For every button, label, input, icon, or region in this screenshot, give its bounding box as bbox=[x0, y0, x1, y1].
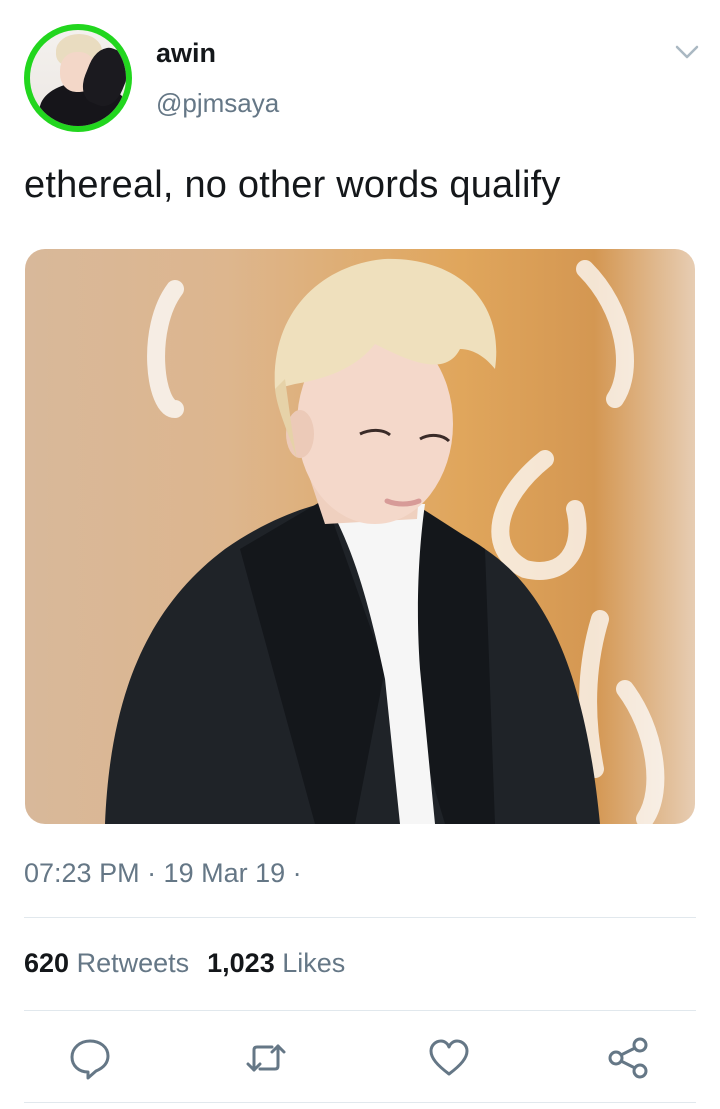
tweet-timestamp: 07:23 PM · 19 Mar 19 · bbox=[24, 858, 302, 888]
chevron-down-icon[interactable] bbox=[674, 42, 700, 62]
user-handle[interactable]: @pjmsaya bbox=[156, 88, 279, 119]
likes-count: 1,023 bbox=[207, 948, 275, 978]
retweet-icon[interactable] bbox=[244, 1036, 288, 1080]
tweet-text: ethereal, no other words qualify bbox=[24, 164, 561, 206]
divider bbox=[24, 1102, 696, 1103]
retweets-count: 620 bbox=[24, 948, 70, 978]
retweets-label: Retweets bbox=[76, 948, 190, 978]
likes-stat[interactable]: 1,023 Likes bbox=[207, 948, 345, 978]
tweet-stats: 620 Retweets 1,023 Likes bbox=[24, 948, 345, 979]
like-icon[interactable] bbox=[427, 1036, 471, 1080]
user-name[interactable]: awin bbox=[156, 38, 216, 69]
divider bbox=[24, 1010, 696, 1011]
tweet-photo[interactable] bbox=[25, 249, 695, 824]
retweets-stat[interactable]: 620 Retweets bbox=[24, 948, 189, 978]
divider bbox=[24, 917, 696, 918]
share-icon[interactable] bbox=[606, 1036, 650, 1080]
avatar-photo bbox=[30, 30, 126, 126]
tweet: awin @pjmsaya ethereal, no other words q… bbox=[0, 0, 720, 1109]
avatar[interactable] bbox=[24, 24, 132, 132]
reply-icon[interactable] bbox=[68, 1036, 112, 1080]
likes-label: Likes bbox=[282, 948, 346, 978]
